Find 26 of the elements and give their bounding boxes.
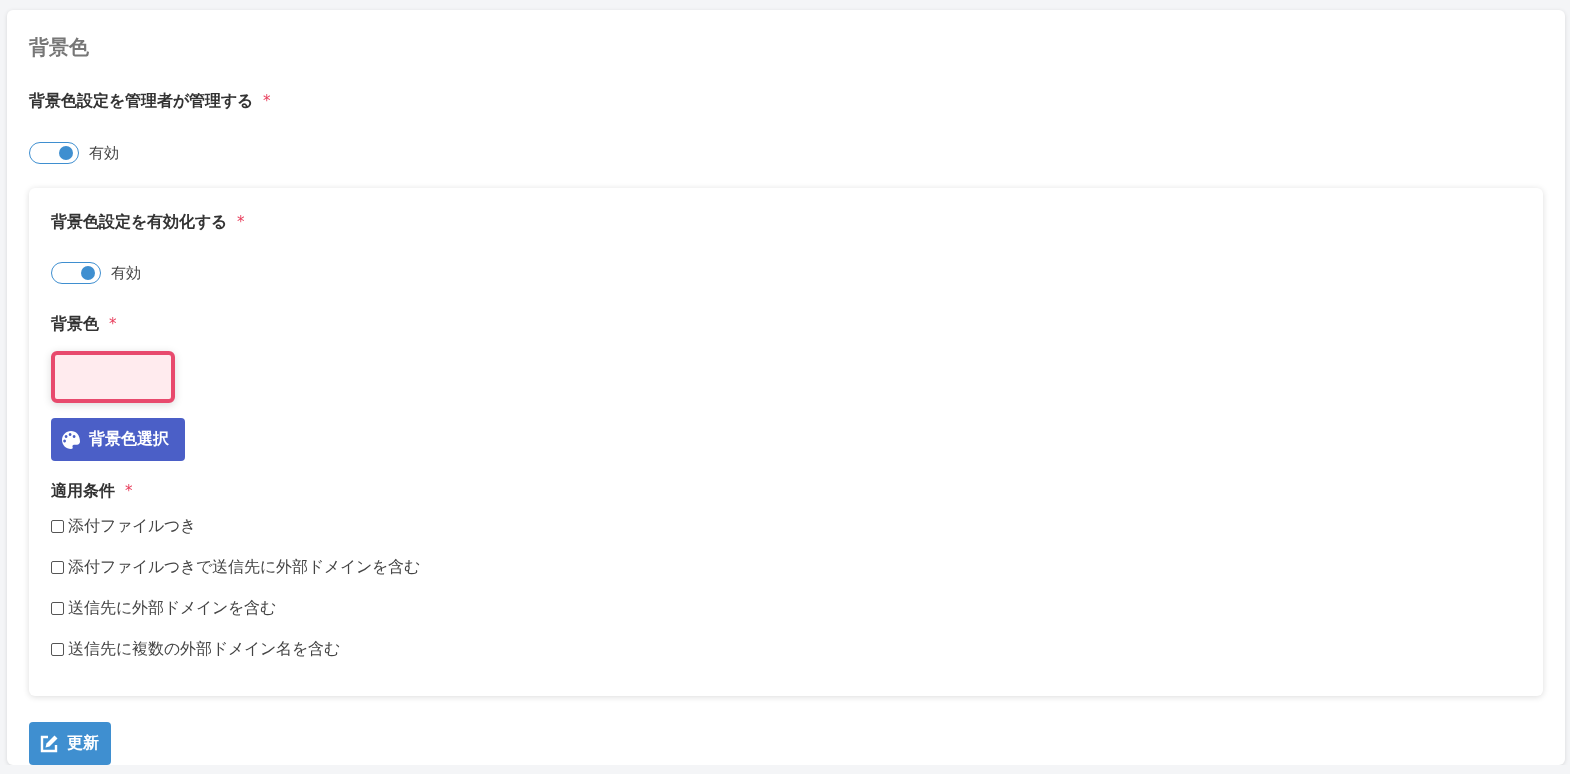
toggle-label: 有効: [89, 143, 119, 163]
checkbox-label: 添付ファイルつきで送信先に外部ドメインを含む: [68, 557, 420, 578]
required-mark: *: [109, 315, 117, 333]
palette-icon: [61, 429, 81, 450]
toggle-label: 有効: [111, 263, 141, 283]
color-picker-button[interactable]: 背景色選択: [51, 418, 185, 461]
field-label: 背景色設定を管理者が管理する: [29, 91, 253, 112]
required-mark: *: [237, 213, 245, 231]
field-label: 背景色: [51, 314, 99, 335]
toggle-switch[interactable]: [29, 142, 79, 164]
section-title: 背景色: [29, 34, 90, 61]
edit-icon: [39, 733, 59, 754]
checkbox[interactable]: [51, 561, 64, 574]
checkbox[interactable]: [51, 643, 64, 656]
field-label: 適用条件: [51, 481, 115, 502]
required-mark: *: [263, 92, 271, 110]
checkbox[interactable]: [51, 602, 64, 615]
required-mark: *: [125, 482, 133, 500]
field-label: 背景色設定を有効化する: [51, 212, 227, 233]
checkbox-label: 添付ファイルつき: [68, 516, 196, 537]
toggle-switch[interactable]: [51, 262, 101, 284]
checkbox[interactable]: [51, 520, 64, 533]
update-button[interactable]: 更新: [29, 722, 111, 765]
checkbox-label: 送信先に複数の外部ドメイン名を含む: [68, 639, 340, 660]
color-swatch[interactable]: [51, 351, 175, 403]
checkbox-label: 送信先に外部ドメインを含む: [68, 598, 276, 619]
